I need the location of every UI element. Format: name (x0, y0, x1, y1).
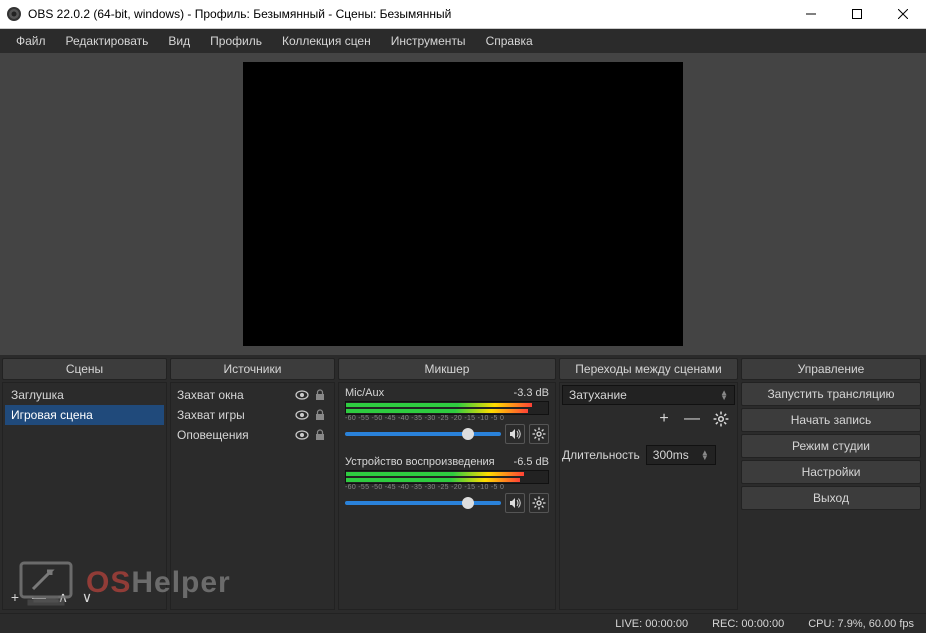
menu-help[interactable]: Справка (476, 30, 543, 52)
sources-header: Источники (170, 358, 335, 380)
channel-level: -3.3 dB (514, 387, 549, 399)
controls-panel: Управление Запустить трансляцию Начать з… (741, 358, 921, 610)
meter-ticks: -60 -55 -50 -45 -40 -35 -30 -25 -20 -15 … (341, 484, 553, 491)
preview-canvas[interactable] (243, 62, 683, 346)
status-live: LIVE: 00:00:00 (615, 618, 688, 630)
window-title: OBS 22.0.2 (64-bit, windows) - Профиль: … (28, 7, 788, 21)
controls-body: Запустить трансляцию Начать запись Режим… (741, 382, 921, 610)
lock-icon[interactable] (312, 387, 328, 403)
menu-edit[interactable]: Редактировать (56, 30, 159, 52)
minimize-button[interactable] (788, 0, 834, 28)
menu-profile[interactable]: Профиль (200, 30, 272, 52)
menu-bar: Файл Редактировать Вид Профиль Коллекция… (0, 29, 926, 53)
scenes-list: Заглушка Игровая сцена + — ∧ ∨ (2, 382, 167, 610)
source-row[interactable]: Оповещения (173, 425, 332, 445)
panels-row: Сцены Заглушка Игровая сцена + — ∧ ∨ Ист… (0, 355, 926, 613)
mixer-panel: Микшер Mic/Aux -3.3 dB -60 -55 -50 -45 -… (338, 358, 556, 610)
channel-name: Устройство воспроизведения (345, 456, 495, 468)
status-bar: LIVE: 00:00:00 REC: 00:00:00 CPU: 7.9%, … (0, 613, 926, 633)
mixer-header: Микшер (338, 358, 556, 380)
maximize-button[interactable] (834, 0, 880, 28)
transition-selected: Затухание (569, 388, 627, 402)
transitions-panel: Переходы между сценами Затухание ▲▼ + — … (559, 358, 738, 610)
menu-scene-collection[interactable]: Коллекция сцен (272, 30, 381, 52)
eye-icon[interactable] (294, 427, 310, 443)
source-row[interactable]: Захват окна (173, 385, 332, 405)
audio-meter (345, 470, 549, 484)
sources-list: Захват окна Захват игры Оповещения (170, 382, 335, 610)
preview-area (0, 53, 926, 355)
gear-icon[interactable] (529, 424, 549, 444)
spinner-icon[interactable]: ▲▼ (701, 450, 709, 460)
scene-down-button[interactable]: ∨ (77, 587, 97, 607)
channel-name: Mic/Aux (345, 387, 384, 399)
chevron-updown-icon: ▲▼ (720, 390, 728, 400)
remove-transition-button[interactable]: — (683, 410, 701, 428)
start-recording-button[interactable]: Начать запись (741, 408, 921, 432)
gear-icon[interactable] (529, 493, 549, 513)
sources-panel: Источники Захват окна Захват игры Оповещ… (170, 358, 335, 610)
speaker-icon[interactable] (505, 424, 525, 444)
exit-button[interactable]: Выход (741, 486, 921, 510)
close-button[interactable] (880, 0, 926, 28)
mixer-body: Mic/Aux -3.3 dB -60 -55 -50 -45 -40 -35 … (338, 382, 556, 610)
scene-tools: + — ∧ ∨ (3, 585, 166, 609)
menu-view[interactable]: Вид (158, 30, 200, 52)
studio-mode-button[interactable]: Режим студии (741, 434, 921, 458)
source-label: Захват окна (177, 388, 292, 402)
scenes-panel: Сцены Заглушка Игровая сцена + — ∧ ∨ (2, 358, 167, 610)
transition-select[interactable]: Затухание ▲▼ (562, 385, 735, 405)
add-scene-button[interactable]: + (5, 587, 25, 607)
gear-icon[interactable] (711, 409, 731, 429)
lock-icon[interactable] (312, 407, 328, 423)
menu-tools[interactable]: Инструменты (381, 30, 476, 52)
meter-ticks: -60 -55 -50 -45 -40 -35 -30 -25 -20 -15 … (341, 415, 553, 422)
volume-slider[interactable] (345, 501, 501, 505)
mixer-channel: Mic/Aux -3.3 dB -60 -55 -50 -45 -40 -35 … (341, 385, 553, 446)
status-rec: REC: 00:00:00 (712, 618, 784, 630)
duration-value: 300ms (653, 448, 689, 462)
source-row[interactable]: Захват игры (173, 405, 332, 425)
transitions-header: Переходы между сценами (559, 358, 738, 380)
lock-icon[interactable] (312, 427, 328, 443)
volume-slider[interactable] (345, 432, 501, 436)
scene-item[interactable]: Заглушка (5, 385, 164, 405)
audio-meter (345, 401, 549, 415)
transitions-body: Затухание ▲▼ + — Длительность 300ms ▲▼ (559, 382, 738, 610)
add-transition-button[interactable]: + (655, 410, 673, 428)
scene-item[interactable]: Игровая сцена (5, 405, 164, 425)
settings-button[interactable]: Настройки (741, 460, 921, 484)
source-label: Оповещения (177, 428, 292, 442)
scene-up-button[interactable]: ∧ (53, 587, 73, 607)
source-label: Захват игры (177, 408, 292, 422)
channel-level: -6.5 dB (514, 456, 549, 468)
duration-input[interactable]: 300ms ▲▼ (646, 445, 716, 465)
window-titlebar: OBS 22.0.2 (64-bit, windows) - Профиль: … (0, 0, 926, 29)
menu-file[interactable]: Файл (6, 30, 56, 52)
start-streaming-button[interactable]: Запустить трансляцию (741, 382, 921, 406)
controls-header: Управление (741, 358, 921, 380)
obs-app-icon (6, 6, 22, 22)
eye-icon[interactable] (294, 407, 310, 423)
remove-scene-button[interactable]: — (29, 587, 49, 607)
scenes-header: Сцены (2, 358, 167, 380)
status-cpu: CPU: 7.9%, 60.00 fps (808, 618, 914, 630)
speaker-icon[interactable] (505, 493, 525, 513)
duration-label: Длительность (562, 448, 640, 462)
eye-icon[interactable] (294, 387, 310, 403)
mixer-channel: Устройство воспроизведения -6.5 dB -60 -… (341, 454, 553, 515)
